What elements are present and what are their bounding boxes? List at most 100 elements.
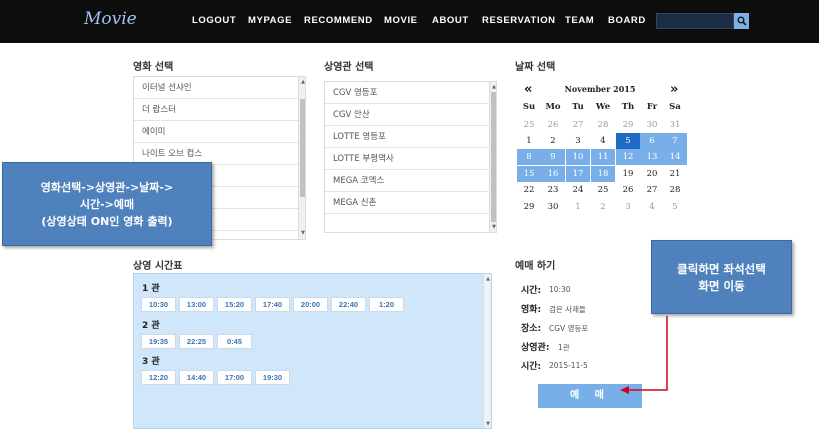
calendar-day[interactable]: 3 [566,133,590,149]
calendar-day[interactable]: 27 [566,117,590,133]
nav-board[interactable]: BOARD [608,15,646,26]
booking-movie-value: 검은 사제들 [549,305,586,314]
movie-item[interactable]: 더 랍스터 [134,99,298,121]
calendar-day[interactable]: 22 [517,182,541,198]
weekday-label: Tu [572,102,584,112]
calendar-day[interactable]: 31 [663,117,687,133]
site-logo[interactable]: Movie [84,9,137,29]
showtime-button[interactable]: 20:00 [293,297,328,312]
calendar-day[interactable]: 13 [640,149,664,165]
schedule-title: 상영 시간표 [133,261,183,272]
showtime-button[interactable]: 15:20 [217,297,252,312]
booking-date-value: 2015-11-5 [549,361,588,370]
calendar-day[interactable]: 19 [616,166,640,182]
booking-place-label: 장소: [521,324,542,334]
weekday-label: Mo [545,102,561,112]
calendar-day[interactable]: 30 [541,199,565,215]
theater-item[interactable]: CGV 영등포 [325,82,489,104]
theater-list[interactable]: CGV 영등포 CGV 안산 LOTTE 영등포 LOTTE 부평역사 MEGA… [324,81,497,233]
showtime-button[interactable]: 13:00 [179,297,214,312]
scroll-up-icon[interactable]: ▲ [484,275,491,283]
calendar-day[interactable]: 23 [541,182,565,198]
calendar-day[interactable]: 2 [541,133,565,149]
scroll-thumb[interactable] [491,92,496,222]
calendar-day[interactable]: 29 [517,199,541,215]
next-month-button[interactable]: » [670,82,678,97]
showtime-button[interactable]: 19:35 [141,334,176,349]
calendar-day[interactable]: 4 [591,133,615,149]
scroll-up-icon[interactable]: ▲ [490,83,496,91]
movie-item[interactable]: 에이미 [134,121,298,143]
scroll-down-icon[interactable]: ▼ [490,223,496,231]
calendar-day[interactable]: 16 [541,166,565,182]
calendar-day[interactable]: 6 [640,133,664,149]
showtime-button[interactable]: 17:00 [217,370,252,385]
calendar-day[interactable]: 1 [566,199,590,215]
nav-reservation[interactable]: RESERVATION [482,15,556,26]
search-button[interactable] [734,13,749,29]
theater-list-scrollbar[interactable]: ▲ ▼ [489,82,496,232]
calendar-day[interactable]: 1 [517,133,541,149]
nav-recommend[interactable]: RECOMMEND [304,15,373,26]
calendar-day[interactable]: 20 [640,166,664,182]
calendar-day[interactable]: 25 [591,182,615,198]
booking-hall-value: 1관 [558,343,570,352]
calendar-day[interactable]: 26 [541,117,565,133]
scroll-down-icon[interactable]: ▼ [484,420,491,428]
nav-about[interactable]: ABOUT [432,15,469,26]
calendar-day[interactable]: 9 [541,149,565,165]
nav-mypage[interactable]: MYPAGE [248,15,292,26]
calendar-day[interactable]: 18 [591,166,615,182]
nav-team[interactable]: TEAM [565,15,594,26]
calendar-day[interactable]: 11 [591,149,615,165]
prev-month-button[interactable]: « [524,82,532,97]
calendar-day[interactable]: 27 [640,182,664,198]
showtime-button[interactable]: 1:20 [369,297,404,312]
search-icon [737,16,747,26]
calendar-day[interactable]: 3 [616,199,640,215]
scroll-down-icon[interactable]: ▼ [299,229,305,237]
calendar-day-selected[interactable]: 5 [616,133,640,149]
scroll-up-icon[interactable]: ▲ [299,78,305,86]
showtime-button[interactable]: 10:30 [141,297,176,312]
theater-item[interactable]: MEGA 코엑스 [325,170,489,192]
scroll-thumb[interactable] [300,99,305,197]
calendar-day[interactable]: 28 [591,117,615,133]
calendar-day[interactable]: 24 [566,182,590,198]
showtime-button[interactable]: 12:20 [141,370,176,385]
calendar-day[interactable]: 15 [517,166,541,182]
calendar-day[interactable]: 2 [591,199,615,215]
calendar-day[interactable]: 8 [517,149,541,165]
theater-item[interactable]: LOTTE 부평역사 [325,148,489,170]
theater-item[interactable]: LOTTE 영등포 [325,126,489,148]
calendar-day[interactable]: 28 [663,182,687,198]
movie-item[interactable]: 이터널 선샤인 [134,77,298,99]
showtime-button[interactable]: 14:40 [179,370,214,385]
calendar-day[interactable]: 26 [616,182,640,198]
calendar-day[interactable]: 17 [566,166,590,182]
calendar-day[interactable]: 14 [663,149,687,165]
theater-item[interactable]: CGV 안산 [325,104,489,126]
schedule-scrollbar[interactable]: ▲ ▼ [483,274,491,428]
book-button[interactable]: 예 매 [538,384,642,408]
calendar-day[interactable]: 5 [663,199,687,215]
showtime-button[interactable]: 0:45 [217,334,252,349]
calendar-day[interactable]: 25 [517,117,541,133]
showtime-button[interactable]: 19:30 [255,370,290,385]
showtime-button[interactable]: 17:40 [255,297,290,312]
calendar-month-label: November 2015 [564,84,636,94]
search-input[interactable] [656,13,734,29]
nav-movie[interactable]: MOVIE [384,15,418,26]
movie-list-scrollbar[interactable]: ▲ ▼ [298,77,305,239]
calendar-day[interactable]: 29 [616,117,640,133]
calendar-day[interactable]: 7 [663,133,687,149]
calendar-day[interactable]: 4 [640,199,664,215]
calendar-day[interactable]: 30 [640,117,664,133]
calendar-day[interactable]: 10 [566,149,590,165]
showtime-button[interactable]: 22:40 [331,297,366,312]
calendar-day[interactable]: 12 [616,149,640,165]
nav-logout[interactable]: LOGOUT [192,15,236,26]
calendar-day[interactable]: 21 [663,166,687,182]
theater-item[interactable]: MEGA 신촌 [325,192,489,214]
showtime-button[interactable]: 22:25 [179,334,214,349]
